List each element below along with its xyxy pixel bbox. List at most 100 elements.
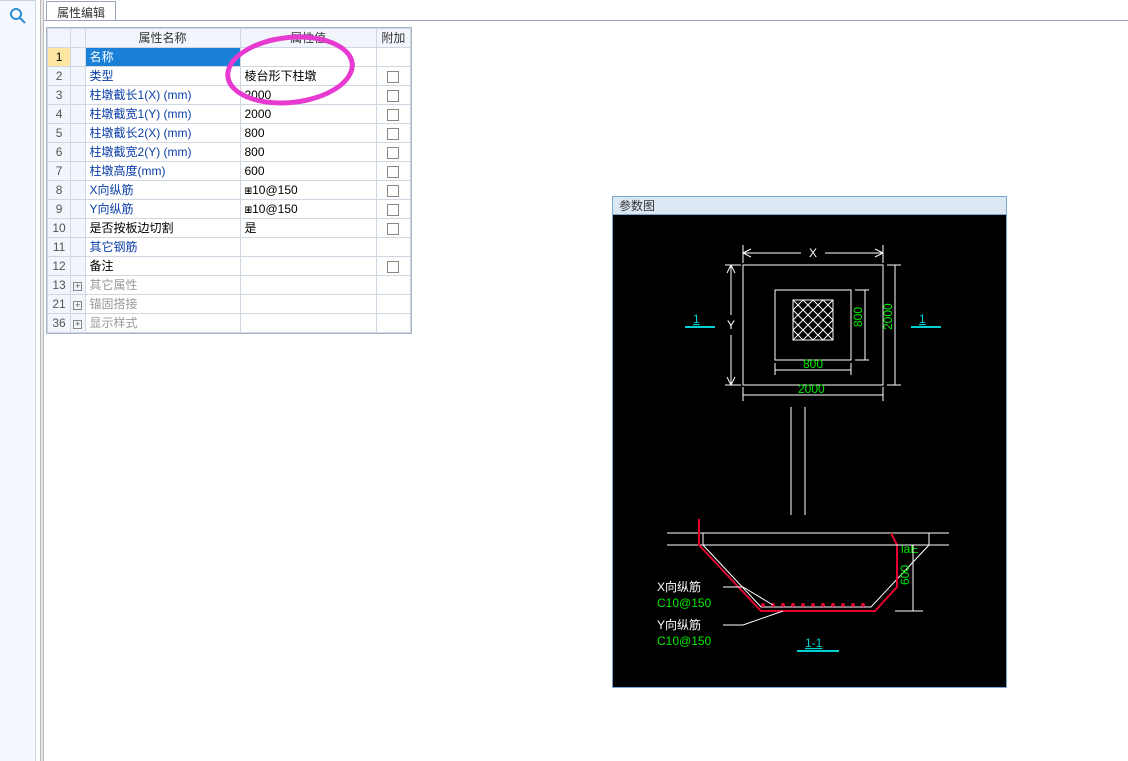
tab-property-edit[interactable]: 属性编辑 <box>46 1 116 21</box>
extra-checkbox-cell[interactable] <box>376 67 410 86</box>
property-value[interactable]: 800 <box>240 143 376 162</box>
row-number: 7 <box>48 162 71 181</box>
row-number: 36 <box>48 314 71 333</box>
property-name: 柱墩截宽2(Y) (mm) <box>85 143 240 162</box>
property-name: 柱墩截宽1(Y) (mm) <box>85 105 240 124</box>
extra-checkbox-cell[interactable] <box>376 181 410 200</box>
parameter-diagram-panel: 参数图 <box>612 196 1007 688</box>
table-row[interactable]: 4 柱墩截宽1(Y) (mm)2000 <box>48 105 411 124</box>
property-value[interactable]: 棱台形下柱墩 <box>240 67 376 86</box>
col-header-expand <box>71 29 85 48</box>
expand-toggle <box>71 48 85 67</box>
extra-checkbox-cell[interactable] <box>376 105 410 124</box>
property-table: 属性名称 属性值 附加 1名称ZD-12类型棱台形下柱墩3柱墩截长1(X) (m… <box>46 27 412 334</box>
property-value[interactable]: 600 <box>240 162 376 181</box>
checkbox-icon[interactable] <box>387 90 399 102</box>
extra-checkbox-cell[interactable] <box>376 200 410 219</box>
search-icon[interactable] <box>9 7 27 25</box>
property-value[interactable]: 2000 <box>240 105 376 124</box>
expand-toggle <box>71 200 85 219</box>
section-mark-left: 1 <box>693 312 700 326</box>
table-row[interactable]: 1 名称ZD-1 <box>48 48 411 67</box>
extra-checkbox-cell <box>376 238 410 257</box>
section-label: 1-1 <box>805 636 823 650</box>
property-value[interactable] <box>240 238 376 257</box>
table-row[interactable]: 21+锚固搭接 <box>48 295 411 314</box>
property-value[interactable]: ⧆10@150 <box>240 181 376 200</box>
property-value[interactable]: 是 <box>240 219 376 238</box>
expand-toggle <box>71 257 85 276</box>
splitter[interactable] <box>40 0 44 761</box>
row-number: 4 <box>48 105 71 124</box>
row-number: 6 <box>48 143 71 162</box>
expand-toggle[interactable]: + <box>71 295 85 314</box>
table-row[interactable]: 13+其它属性 <box>48 276 411 295</box>
property-value[interactable] <box>240 276 376 295</box>
property-name: 名称 <box>85 48 240 67</box>
property-name: 锚固搭接 <box>85 295 240 314</box>
expand-toggle <box>71 105 85 124</box>
extra-checkbox-cell <box>376 48 410 67</box>
property-value[interactable] <box>240 314 376 333</box>
property-value[interactable] <box>240 257 376 276</box>
checkbox-icon[interactable] <box>387 128 399 140</box>
checkbox-icon[interactable] <box>387 109 399 121</box>
dim-height-600: 600 <box>898 565 912 585</box>
checkbox-icon[interactable] <box>387 204 399 216</box>
expand-toggle <box>71 124 85 143</box>
table-row[interactable]: 10 是否按板边切割是 <box>48 219 411 238</box>
table-row[interactable]: 2类型棱台形下柱墩 <box>48 67 411 86</box>
dim-right-2000: 2000 <box>881 303 895 330</box>
table-row[interactable]: 11其它钢筋 <box>48 238 411 257</box>
row-number: 5 <box>48 124 71 143</box>
property-value[interactable] <box>240 295 376 314</box>
table-row[interactable]: 12备注 <box>48 257 411 276</box>
checkbox-icon[interactable] <box>387 185 399 197</box>
extra-checkbox-cell[interactable] <box>376 86 410 105</box>
expand-toggle[interactable]: + <box>71 276 85 295</box>
checkbox-icon[interactable] <box>387 71 399 83</box>
extra-checkbox-cell[interactable] <box>376 162 410 181</box>
property-value[interactable]: ZD-1 <box>240 48 376 67</box>
extra-checkbox-cell[interactable] <box>376 219 410 238</box>
property-value[interactable]: 800 <box>240 124 376 143</box>
table-row[interactable]: 8X向纵筋⧆10@150 <box>48 181 411 200</box>
table-row[interactable]: 5柱墩截长2(X) (mm)800 <box>48 124 411 143</box>
property-name: 柱墩截长1(X) (mm) <box>85 86 240 105</box>
table-row[interactable]: 7柱墩高度(mm)600 <box>48 162 411 181</box>
property-name: 是否按板边切割 <box>85 219 240 238</box>
label-x-rebar: X向纵筋 <box>657 579 701 594</box>
property-name: 其它属性 <box>85 276 240 295</box>
row-number: 3 <box>48 86 71 105</box>
dim-bot-800: 800 <box>803 357 823 371</box>
checkbox-icon[interactable] <box>387 166 399 178</box>
table-row[interactable]: 36+显示样式 <box>48 314 411 333</box>
expand-toggle <box>71 219 85 238</box>
property-value[interactable]: 2000 <box>240 86 376 105</box>
parameter-diagram: X Y 800 2000 <box>613 215 1006 687</box>
row-number: 21 <box>48 295 71 314</box>
property-name: 备注 <box>85 257 240 276</box>
value-x-rebar: C10@150 <box>657 596 712 610</box>
table-row[interactable]: 6 柱墩截宽2(Y) (mm)800 <box>48 143 411 162</box>
property-value[interactable]: ⧆10@150 <box>240 200 376 219</box>
label-laE: laE <box>901 542 918 556</box>
extra-checkbox-cell[interactable] <box>376 143 410 162</box>
expand-toggle[interactable]: + <box>71 314 85 333</box>
row-number: 11 <box>48 238 71 257</box>
dim-top-x: X <box>809 246 817 260</box>
extra-checkbox-cell[interactable] <box>376 124 410 143</box>
extra-checkbox-cell <box>376 295 410 314</box>
table-row[interactable]: 9Y向纵筋⧆10@150 <box>48 200 411 219</box>
extra-checkbox-cell[interactable] <box>376 257 410 276</box>
row-number: 8 <box>48 181 71 200</box>
table-row[interactable]: 3 柱墩截长1(X) (mm)2000 <box>48 86 411 105</box>
checkbox-icon[interactable] <box>387 147 399 159</box>
expand-toggle <box>71 162 85 181</box>
row-number: 10 <box>48 219 71 238</box>
checkbox-icon[interactable] <box>387 261 399 273</box>
section-mark-right: 1 <box>919 312 926 326</box>
row-number: 2 <box>48 67 71 86</box>
checkbox-icon[interactable] <box>387 223 399 235</box>
row-number: 1 <box>48 48 71 67</box>
